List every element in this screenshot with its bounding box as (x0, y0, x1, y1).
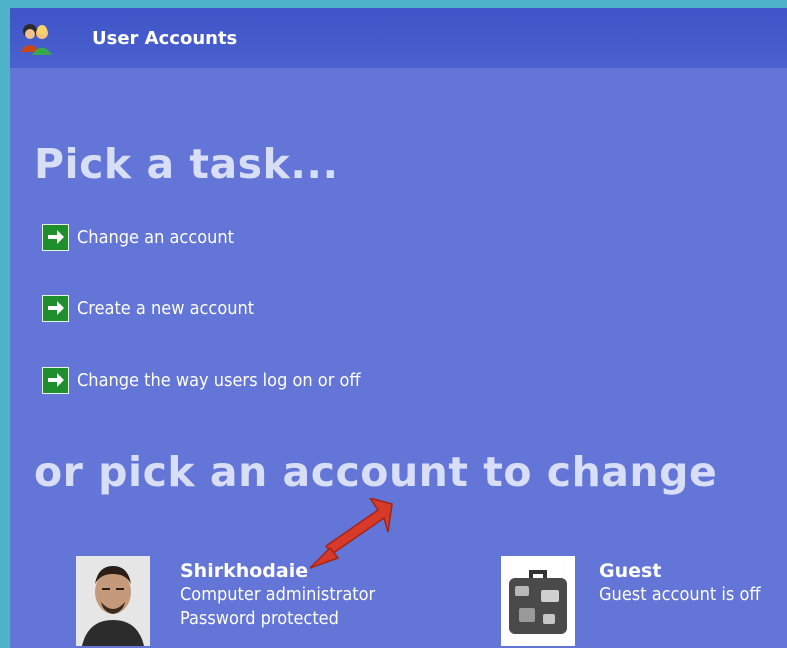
account-guest[interactable]: Guest Guest account is off (501, 556, 761, 646)
suitcase-icon (501, 556, 575, 646)
pick-account-heading: or pick an account to change (34, 448, 718, 496)
user-photo (76, 556, 150, 646)
green-arrow-icon (42, 294, 69, 322)
account-name: Guest (599, 560, 662, 582)
user-accounts-icon (20, 24, 52, 55)
title-bar: User Accounts (10, 8, 787, 68)
window-title: User Accounts (92, 28, 238, 49)
change-account-link[interactable]: Change an account (42, 222, 234, 252)
change-logon-link[interactable]: Change the way users log on or off (42, 365, 361, 395)
green-arrow-icon (42, 223, 69, 251)
account-password-status: Password protected (180, 608, 339, 629)
task-label: Change the way users log on or off (77, 369, 361, 391)
task-label: Create a new account (77, 297, 255, 319)
user-accounts-window: User Accounts Pick a task... Change an a… (10, 8, 787, 648)
account-shirkhodaie[interactable]: Shirkhodaie Computer administrator Passw… (76, 556, 375, 646)
task-label: Change an account (77, 226, 234, 248)
account-status: Guest account is off (599, 584, 761, 605)
create-account-link[interactable]: Create a new account (42, 293, 254, 323)
account-type: Computer administrator (180, 584, 376, 605)
pick-task-heading: Pick a task... (34, 140, 339, 188)
green-arrow-icon (42, 366, 69, 394)
account-name: Shirkhodaie (180, 560, 309, 582)
